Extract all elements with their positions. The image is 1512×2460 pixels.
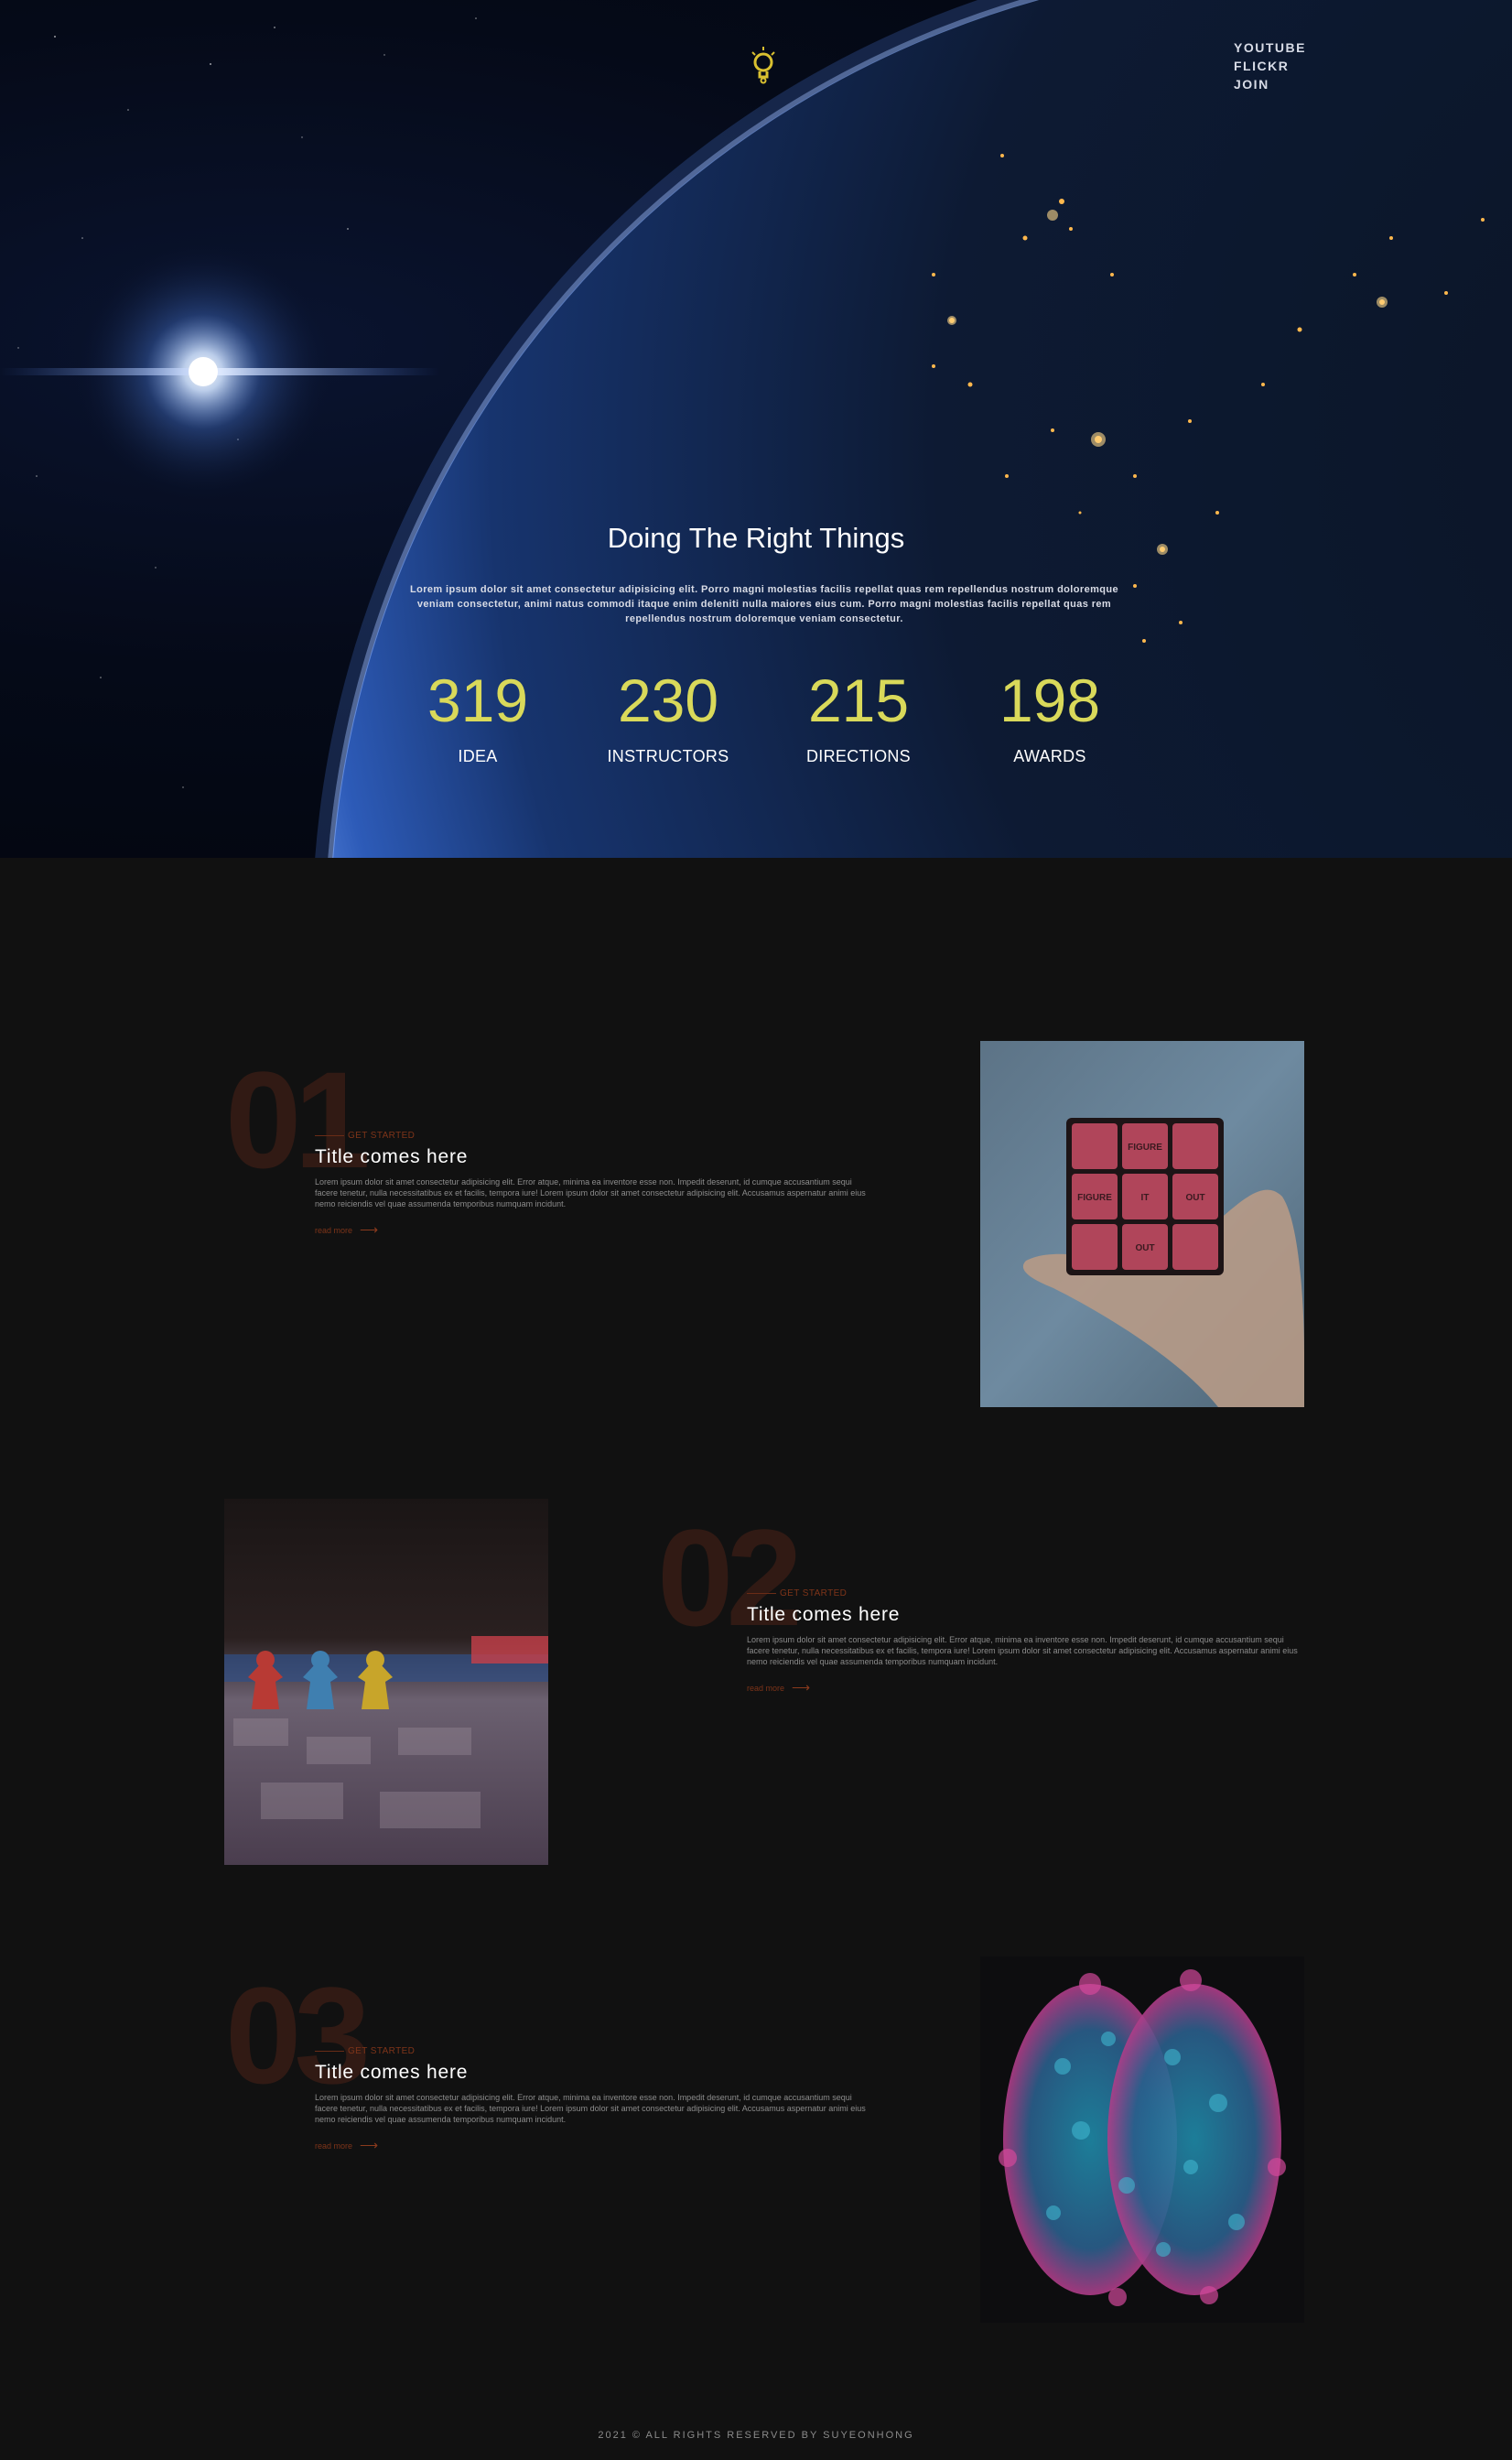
feature-text: GET STARTED Title comes here Lorem ipsum… xyxy=(315,1131,873,1238)
read-more-label: read more xyxy=(315,2140,353,2151)
stat-idea: 319 IDEA xyxy=(386,663,569,766)
cube-word: OUT xyxy=(1135,1243,1154,1253)
arrow-right-icon: ⟶ xyxy=(360,1222,379,1237)
top-nav: YOUTUBE FLICKR JOIN xyxy=(1234,38,1306,93)
arrow-right-icon: ⟶ xyxy=(792,1680,811,1695)
cube-word: OUT xyxy=(1185,1193,1204,1203)
nav-link-youtube[interactable]: YOUTUBE xyxy=(1234,38,1306,57)
stat-instructors: 230 INSTRUCTORS xyxy=(577,663,760,766)
feature-body: Lorem ipsum dolor sit amet consectetur a… xyxy=(315,1177,866,1208)
hero-text: Lorem ipsum dolor sit amet consectetur a… xyxy=(409,584,1119,624)
rubiks-cube-photo: FIGURE FIGURE IT OUT OUT xyxy=(980,1041,1304,1407)
nav-link-flickr[interactable]: FLICKR xyxy=(1234,57,1306,75)
feature-eyebrow: GET STARTED xyxy=(315,1131,873,1141)
read-more-label: read more xyxy=(747,1683,785,1693)
stat-value: 215 xyxy=(807,666,910,734)
lightbulb-icon[interactable] xyxy=(747,44,780,86)
arrow-right-icon: ⟶ xyxy=(360,2138,379,2152)
feature-title: Title comes here xyxy=(747,1604,901,1625)
stat-label: DIRECTIONS xyxy=(805,747,911,765)
cube-word: FIGURE xyxy=(1077,1193,1112,1203)
puzzle-brain-photo xyxy=(980,1956,1304,2323)
stat-label: INSTRUCTORS xyxy=(607,747,729,765)
cube-word: IT xyxy=(1141,1193,1150,1203)
eyebrow-label: GET STARTED xyxy=(348,2046,416,2056)
read-more-link[interactable]: read more ⟶ xyxy=(315,1222,378,1238)
read-more-link[interactable]: read more ⟶ xyxy=(315,2138,378,2153)
board-game-photo xyxy=(224,1499,548,1865)
stat-value: 230 xyxy=(617,666,719,734)
eyebrow-label: GET STARTED xyxy=(348,1131,416,1141)
feature-body: Lorem ipsum dolor sit amet consectetur a… xyxy=(747,1635,1298,1666)
stat-label: IDEA xyxy=(458,747,498,765)
eyebrow-line xyxy=(315,1135,344,1136)
cube-word: FIGURE xyxy=(1128,1143,1162,1153)
feature-title: Title comes here xyxy=(315,2062,469,2083)
stat-directions: 215 DIRECTIONS xyxy=(767,663,950,766)
feature-eyebrow: GET STARTED xyxy=(315,2046,873,2056)
nav-link-join[interactable]: JOIN xyxy=(1234,75,1306,93)
stat-value: 319 xyxy=(427,666,529,734)
read-more-link[interactable]: read more ⟶ xyxy=(747,1680,810,1696)
footer: 2021 © ALL RIGHTS RESERVED BY SUYEONHONG xyxy=(0,2430,1512,2441)
eyebrow-line xyxy=(315,2051,344,2052)
feature-body: Lorem ipsum dolor sit amet consectetur a… xyxy=(315,2093,866,2124)
feature-eyebrow: GET STARTED xyxy=(747,1588,1305,1598)
read-more-label: read more xyxy=(315,1225,353,1235)
feature-text: GET STARTED Title comes here Lorem ipsum… xyxy=(747,1588,1305,1696)
stat-awards: 198 AWARDS xyxy=(958,663,1141,766)
footer-copyright: 2021 © ALL RIGHTS RESERVED BY SUYEONHONG xyxy=(598,2430,914,2441)
stat-value: 198 xyxy=(999,666,1101,734)
eyebrow-line xyxy=(747,1593,776,1594)
eyebrow-label: GET STARTED xyxy=(780,1588,848,1598)
feature-title: Title comes here xyxy=(315,1146,469,1167)
stat-label: AWARDS xyxy=(1013,747,1086,765)
feature-text: GET STARTED Title comes here Lorem ipsum… xyxy=(315,2046,873,2153)
hero-title: Doing The Right Things xyxy=(607,522,905,554)
hero-section: YOUTUBE FLICKR JOIN Doing The Right Thin… xyxy=(0,0,1512,858)
